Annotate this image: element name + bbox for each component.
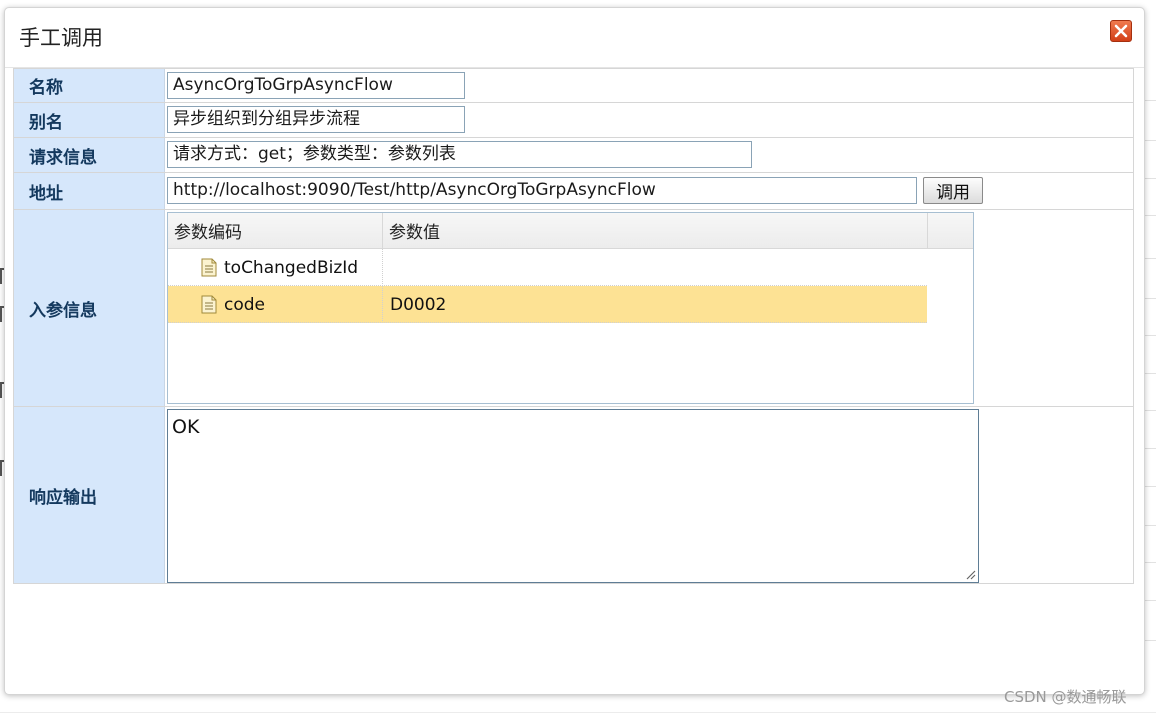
- request-info-value-cell: 请求方式：get；参数类型：参数列表: [165, 138, 1133, 172]
- param-value-cell[interactable]: [383, 249, 927, 286]
- params-value-cell: 参数编码 参数值 toChangedBizId code D0002: [165, 210, 1133, 406]
- params-grid-header: 参数编码 参数值: [168, 213, 973, 249]
- invoke-form: 名称 AsyncOrgToGrpAsyncFlow 别名 异步组织到分组异步流程…: [13, 68, 1134, 584]
- alias-input[interactable]: 异步组织到分组异步流程: [167, 106, 465, 133]
- background-bottom-line: [0, 712, 1156, 713]
- form-row-response: 响应输出 OK: [14, 407, 1133, 583]
- column-header-param-code[interactable]: 参数编码: [168, 213, 383, 248]
- param-code-cell[interactable]: code: [168, 286, 383, 323]
- address-label: 地址: [14, 173, 165, 209]
- response-value-cell: OK: [165, 407, 1133, 583]
- document-icon: [201, 258, 217, 277]
- table-row-selected[interactable]: code D0002: [168, 286, 927, 323]
- column-header-param-value[interactable]: 参数值: [383, 213, 928, 248]
- close-button[interactable]: [1110, 20, 1132, 42]
- alias-label: 别名: [14, 103, 165, 137]
- param-code-cell[interactable]: toChangedBizId: [168, 249, 383, 286]
- name-input[interactable]: AsyncOrgToGrpAsyncFlow: [167, 72, 465, 99]
- response-textarea[interactable]: OK: [167, 409, 979, 583]
- alias-value-cell: 异步组织到分组异步流程: [165, 103, 1133, 137]
- document-icon: [201, 295, 217, 314]
- param-code-text: code: [224, 294, 265, 315]
- params-label: 入参信息: [14, 210, 165, 406]
- table-row[interactable]: toChangedBizId: [168, 249, 927, 286]
- params-grid: 参数编码 参数值 toChangedBizId code D0002: [167, 212, 974, 404]
- resize-grip-icon[interactable]: [964, 568, 976, 580]
- param-value-cell[interactable]: D0002: [383, 286, 927, 323]
- address-input[interactable]: http://localhost:9090/Test/http/AsyncOrg…: [167, 177, 917, 204]
- form-row-request-info: 请求信息 请求方式：get；参数类型：参数列表: [14, 138, 1133, 173]
- address-value-cell: http://localhost:9090/Test/http/AsyncOrg…: [165, 173, 1133, 209]
- param-code-text: toChangedBizId: [224, 257, 359, 278]
- form-row-address: 地址 http://localhost:9090/Test/http/Async…: [14, 173, 1133, 210]
- response-text: OK: [172, 416, 200, 438]
- call-button[interactable]: 调用: [923, 177, 983, 204]
- name-label: 名称: [14, 69, 165, 102]
- manual-invoke-dialog: 手工调用 名称 AsyncOrgToGrpAsyncFlow 别名 异步组织到分…: [4, 7, 1145, 695]
- form-row-params: 入参信息 参数编码 参数值 toChangedBizId code D0002: [14, 210, 1133, 407]
- response-label: 响应输出: [14, 407, 165, 583]
- request-info-input[interactable]: 请求方式：get；参数类型：参数列表: [167, 141, 752, 168]
- form-row-alias: 别名 异步组织到分组异步流程: [14, 103, 1133, 138]
- close-icon: [1114, 24, 1128, 38]
- name-value-cell: AsyncOrgToGrpAsyncFlow: [165, 69, 1133, 102]
- dialog-title: 手工调用: [19, 26, 103, 50]
- request-info-label: 请求信息: [14, 138, 165, 172]
- watermark: CSDN @数通畅联: [1004, 688, 1127, 706]
- form-row-name: 名称 AsyncOrgToGrpAsyncFlow: [14, 69, 1133, 103]
